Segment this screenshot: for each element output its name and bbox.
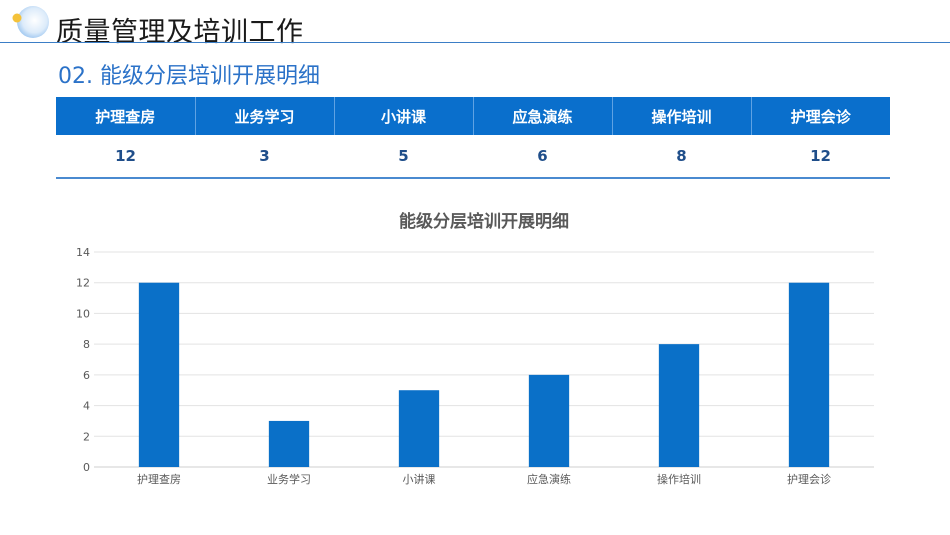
bar bbox=[268, 420, 310, 467]
value-cell: 12 bbox=[56, 135, 195, 179]
header-cell: 护理会诊 bbox=[750, 97, 890, 135]
x-tick-label: 业务学习 bbox=[267, 472, 311, 486]
y-tick-label: 14 bbox=[76, 246, 90, 259]
x-tick-label: 护理会诊 bbox=[787, 472, 831, 486]
x-tick-label: 应急演练 bbox=[527, 472, 571, 486]
y-tick-label: 6 bbox=[83, 369, 90, 382]
bar bbox=[138, 282, 180, 467]
x-tick-label: 护理查房 bbox=[137, 472, 181, 486]
y-tick-label: 10 bbox=[76, 307, 90, 320]
value-cell: 6 bbox=[473, 135, 612, 179]
header-cell: 业务学习 bbox=[194, 97, 334, 135]
section-subtitle: 02. 能级分层培训开展明细 bbox=[58, 64, 320, 89]
bar bbox=[528, 374, 570, 467]
y-tick-label: 2 bbox=[83, 430, 90, 443]
y-tick-label: 4 bbox=[83, 400, 90, 413]
summary-value-row: 12 3 5 6 8 12 bbox=[56, 135, 890, 179]
x-tick-label: 小讲课 bbox=[403, 472, 436, 486]
logo-icon bbox=[12, 6, 49, 38]
header-cell: 护理查房 bbox=[56, 97, 195, 135]
bar bbox=[788, 282, 830, 467]
x-tick-label: 操作培训 bbox=[657, 472, 701, 486]
value-cell: 3 bbox=[195, 135, 334, 179]
bar bbox=[658, 344, 700, 467]
value-cell: 12 bbox=[751, 135, 890, 179]
chart-title: 能级分层培训开展明细 bbox=[399, 211, 569, 232]
y-tick-label: 12 bbox=[76, 277, 90, 290]
summary-header-row: 护理查房 业务学习 小讲课 应急演练 操作培训 护理会诊 bbox=[56, 97, 890, 135]
summary-table: 护理查房 业务学习 小讲课 应急演练 操作培训 护理会诊 12 3 5 6 8 … bbox=[56, 97, 890, 179]
page-title: 质量管理及培训工作 bbox=[56, 17, 304, 48]
y-tick-label: 8 bbox=[83, 338, 90, 351]
title-divider bbox=[0, 42, 950, 43]
header-cell: 小讲课 bbox=[333, 97, 473, 135]
value-cell: 8 bbox=[612, 135, 751, 179]
header-cell: 应急演练 bbox=[472, 97, 612, 135]
value-cell: 5 bbox=[334, 135, 473, 179]
y-tick-label: 0 bbox=[83, 461, 90, 474]
bar bbox=[398, 390, 440, 467]
header-cell: 操作培训 bbox=[611, 97, 751, 135]
bar-chart: 能级分层培训开展明细 0 2 4 6 8 10 12 14 护理查房 业务学习 小讲课 应急演练 操作培训… bbox=[76, 211, 874, 486]
